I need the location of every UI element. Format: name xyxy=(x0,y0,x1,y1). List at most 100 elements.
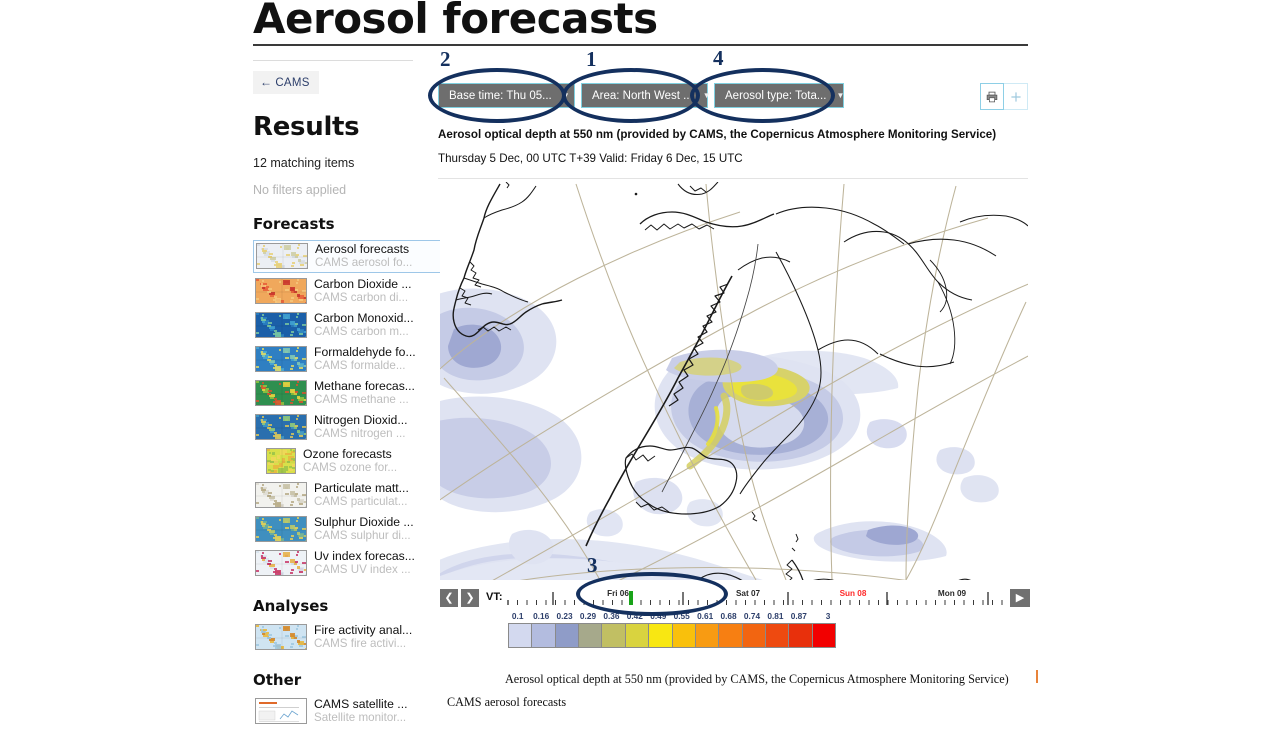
dropdown-aerosol-type[interactable]: Aerosol type: Tota... ▼ xyxy=(714,83,844,108)
forecast-map[interactable] xyxy=(440,182,1028,580)
result-item[interactable]: CAMS satellite ... Satellite monitor... xyxy=(253,696,443,727)
result-item[interactable]: Methane forecas... CAMS methane ... xyxy=(253,378,443,409)
colorbar-swatch xyxy=(555,624,580,647)
result-item-title: Ozone forecasts xyxy=(303,447,392,461)
result-thumbnail xyxy=(255,312,307,338)
colorbar-swatch xyxy=(532,624,556,647)
result-item-subtitle: CAMS carbon m... xyxy=(314,325,409,338)
result-item-subtitle: CAMS fire activi... xyxy=(314,637,407,650)
result-thumbnail xyxy=(255,624,307,650)
colorbar-tick-label: 0.42 xyxy=(626,611,643,621)
result-item-title: Nitrogen Dioxid... xyxy=(314,413,408,427)
colorbar-swatch xyxy=(812,624,836,647)
footer-caption: Aerosol optical depth at 550 nm (provide… xyxy=(505,672,1009,686)
back-to-cams-link[interactable]: ← CAMS xyxy=(253,71,319,94)
colorbar-tick-label: 0.36 xyxy=(603,611,620,621)
group-heading-other: Other xyxy=(253,671,302,689)
result-item[interactable]: Aerosol forecasts CAMS aerosol fo... xyxy=(253,240,443,273)
result-item[interactable]: Nitrogen Dioxid... CAMS nitrogen ... xyxy=(253,412,443,443)
result-item[interactable]: Particulate matt... CAMS particulat... xyxy=(253,480,443,511)
colorbar-swatch xyxy=(625,624,650,647)
dropdown-aerosol-type-label: Aerosol type: Tota... xyxy=(725,89,827,102)
colorbar-swatch xyxy=(509,624,533,647)
result-item[interactable]: Ozone forecasts CAMS ozone for... xyxy=(253,446,443,477)
annotation-number: 1 xyxy=(586,47,597,71)
timeline[interactable]: ❮ ❯ VT: ▶ Fri 06 Sat 07 Sun 08 Mon 09 xyxy=(440,586,1030,612)
timeline-day-label: Sun 08 xyxy=(840,589,867,598)
colorbar-tick-label: 0.55 xyxy=(673,611,690,621)
colorbar-tick-label: 0.68 xyxy=(720,611,737,621)
matching-items-count: 12 matching items xyxy=(253,156,355,170)
chevron-down-icon: ▼ xyxy=(702,91,711,100)
left-arrow-icon: ← xyxy=(260,75,273,89)
result-item-subtitle: CAMS nitrogen ... xyxy=(314,427,406,440)
result-item-title: CAMS satellite ... xyxy=(314,697,408,711)
title-divider xyxy=(253,44,1028,46)
plot-caption: Aerosol optical depth at 550 nm (provide… xyxy=(438,128,997,141)
printer-icon xyxy=(986,91,998,102)
results-heading: Results xyxy=(253,112,360,142)
result-item-title: Formaldehyde fo... xyxy=(314,345,416,359)
chevron-down-icon: ▼ xyxy=(836,91,845,100)
result-item-subtitle: Satellite monitor... xyxy=(314,711,407,724)
page-root: Aerosol forecasts ← CAMS Results 12 match… xyxy=(0,0,1280,724)
colorbar-tick-labels: 0.1 0.16 0.23 0.29 0.36 0.42 0.49 0.55 0.61 0.68 0… xyxy=(440,611,1028,623)
result-text: Methane forecas... CAMS methane ... xyxy=(314,380,415,407)
result-text: CAMS satellite ... Satellite monitor... xyxy=(314,698,407,725)
colorbar-swatch xyxy=(672,624,696,647)
result-text: Carbon Monoxid... CAMS carbon m... xyxy=(314,312,414,339)
result-thumbnail xyxy=(255,414,307,440)
result-thumbnail xyxy=(256,243,308,269)
result-item-subtitle: CAMS carbon di... xyxy=(314,291,409,304)
timeline-day-label: Sat 07 xyxy=(736,589,761,598)
colorbar-tick-label: 0.23 xyxy=(556,611,573,621)
result-thumbnail xyxy=(266,448,296,474)
footer-accent-bar xyxy=(1036,670,1038,683)
colorbar-swatch xyxy=(765,624,790,647)
group-heading-analyses: Analyses xyxy=(253,597,329,615)
result-text: Nitrogen Dioxid... CAMS nitrogen ... xyxy=(314,414,407,441)
result-item[interactable]: Sulphur Dioxide ... CAMS sulphur di... xyxy=(253,514,443,545)
filter-controls: Base time: Thu 05... ▼ Area: North West … xyxy=(438,83,844,108)
result-thumbnail xyxy=(255,482,307,508)
add-button[interactable] xyxy=(1004,83,1028,110)
result-item[interactable]: Fire activity anal... CAMS fire activi... xyxy=(253,622,443,653)
chevron-down-icon: ▼ xyxy=(561,91,570,100)
dropdown-area[interactable]: Area: North West ... ▼ xyxy=(581,83,711,108)
result-item-subtitle: CAMS particulat... xyxy=(314,495,408,508)
result-item[interactable]: Uv index forecas... CAMS UV index ... xyxy=(253,548,443,579)
plot-divider xyxy=(438,178,1028,179)
result-item-subtitle: CAMS ozone for... xyxy=(303,461,398,474)
sidebar: ← CAMS Results 12 matching items No filte… xyxy=(253,60,443,730)
timeline-day-label: Mon 09 xyxy=(938,589,967,598)
annotation-number: 2 xyxy=(440,47,451,71)
result-item[interactable]: Carbon Monoxid... CAMS carbon m... xyxy=(253,310,443,341)
result-thumbnail xyxy=(255,346,307,372)
page-title: Aerosol forecasts xyxy=(253,0,658,43)
result-item[interactable]: Carbon Dioxide ... CAMS carbon di... xyxy=(253,276,443,307)
print-button[interactable] xyxy=(980,83,1004,110)
map-canvas xyxy=(440,182,1028,580)
colorbar-tick-label: 0.49 xyxy=(650,611,667,621)
result-item-title: Methane forecas... xyxy=(314,379,415,393)
result-item-subtitle: CAMS aerosol fo... xyxy=(315,256,413,269)
colorbar-tick-label: 0.81 xyxy=(767,611,784,621)
result-text: Aerosol forecasts CAMS aerosol fo... xyxy=(315,243,412,270)
dropdown-area-label: Area: North West ... xyxy=(592,89,693,102)
result-thumbnail xyxy=(255,278,307,304)
group-heading-forecasts: Forecasts xyxy=(253,215,335,233)
colorbar-swatch xyxy=(789,624,813,647)
dropdown-base-time[interactable]: Base time: Thu 05... ▼ xyxy=(438,83,575,108)
result-thumbnail xyxy=(255,516,307,542)
filters-status: No filters applied xyxy=(253,183,347,197)
result-thumbnail xyxy=(255,698,307,724)
colorbar-tick-label: 0.87 xyxy=(790,611,807,621)
colorbar-tick-label: 0.29 xyxy=(579,611,597,621)
result-groups: Forecasts Aerosol forecasts CAMS aerosol f… xyxy=(253,215,443,727)
result-item-subtitle: CAMS UV index ... xyxy=(314,563,411,576)
colorbar xyxy=(508,623,836,648)
colorbar-swatch xyxy=(649,624,673,647)
colorbar-tick-label: 3 xyxy=(825,611,831,621)
colorbar-swatch xyxy=(742,624,766,647)
result-item[interactable]: Formaldehyde fo... CAMS formalde... xyxy=(253,344,443,375)
